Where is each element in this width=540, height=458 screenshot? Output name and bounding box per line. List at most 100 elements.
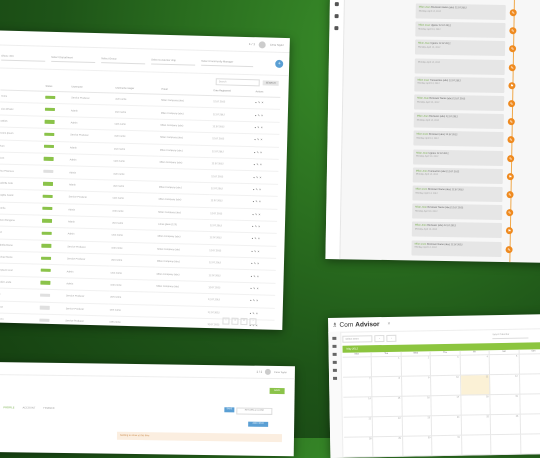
entry-author[interactable]: Milan Joan — [418, 42, 430, 45]
calendar-day[interactable]: 4 — [460, 355, 490, 376]
calendar-day[interactable]: 23 — [403, 416, 433, 437]
delete-icon[interactable]: ✕ — [259, 188, 262, 191]
calendar-day[interactable]: 26 — [491, 415, 521, 436]
delete-icon[interactable]: ✕ — [260, 139, 263, 142]
calendar-day[interactable]: 7 — [343, 377, 373, 398]
search-button[interactable]: SEARCH — [263, 80, 279, 85]
calendar-select[interactable]: Select Calendar — [492, 333, 528, 340]
row-actions[interactable]: ●✎✕ — [250, 258, 276, 271]
add-user-button[interactable]: + — [275, 60, 283, 68]
timeline-entry[interactable]: Milan Joan Transaction (abc) 12.07.2012M… — [414, 76, 504, 93]
tab-account[interactable]: ACCOUNT — [22, 406, 35, 409]
timeline-entry[interactable]: Milan Joan Ugotov 12.07.2012Monday, Apri… — [415, 40, 505, 57]
calendar-day[interactable]: 15 — [373, 397, 403, 418]
calendar-day[interactable] — [521, 434, 540, 455]
filter-department[interactable]: Select Department — [51, 54, 95, 62]
user-name[interactable]: Cena Tayler — [270, 43, 284, 46]
entry-author[interactable]: Milan Joan — [417, 97, 429, 100]
page-button[interactable]: 2 — [240, 318, 247, 325]
calendar-day[interactable]: 2 — [402, 356, 432, 377]
menu-icon[interactable] — [335, 2, 339, 6]
settings-icon[interactable] — [334, 26, 338, 30]
calendar-day[interactable]: 18 — [461, 395, 491, 416]
calendar-day[interactable]: 27 — [520, 414, 540, 435]
row-actions[interactable]: ●✎✕ — [249, 283, 275, 296]
delete-icon[interactable]: ✕ — [259, 201, 262, 204]
row-actions[interactable]: ●✎✕ — [254, 109, 280, 122]
settings-icon[interactable] — [333, 377, 337, 380]
timeline-entry[interactable]: Milan Joan Ugotov 12.07.2012Monday, Apri… — [415, 22, 505, 39]
delete-icon[interactable]: ✕ — [257, 275, 260, 278]
save-button[interactable]: SAVE — [270, 388, 285, 394]
timeline-entry[interactable]: Milan Joan Reviewer (abc) 12.07.2012Mond… — [414, 113, 504, 130]
calendar-day[interactable]: 21 — [344, 417, 374, 438]
calendar-day[interactable]: 8 — [372, 377, 402, 398]
row-actions[interactable]: ●✎✕ — [253, 121, 279, 134]
row-actions[interactable]: ●✎✕ — [253, 146, 279, 159]
chart-icon[interactable] — [333, 369, 337, 372]
search-input[interactable]: Search — [216, 78, 260, 86]
calendar-day[interactable]: 14 — [343, 397, 373, 418]
entry-author[interactable]: Milan Joan — [418, 24, 430, 27]
row-actions[interactable]: ●✎✕ — [252, 159, 278, 172]
dashboard-icon[interactable] — [332, 337, 336, 340]
timeline-entry[interactable]: Milan Joan Reviewer (abc) 12.07.2012Mond… — [412, 222, 502, 239]
calendar-day[interactable]: 13 — [520, 374, 540, 395]
tab-finance[interactable]: FINANCE — [43, 407, 54, 410]
calendar-day[interactable]: 6 — [519, 354, 540, 375]
entry-author[interactable]: Milan Joan — [415, 206, 427, 209]
users-icon[interactable] — [333, 353, 337, 356]
delete-icon[interactable]: ✕ — [258, 213, 261, 216]
entry-author[interactable]: Milan Joan — [417, 115, 429, 118]
row-actions[interactable]: ●✎✕ — [252, 171, 278, 184]
filter-manager[interactable]: Select Community Manager — [201, 58, 253, 66]
calendar-day[interactable]: 16 — [402, 396, 432, 417]
delete-icon[interactable]: ✕ — [258, 225, 261, 228]
calendar-day[interactable]: 29 — [374, 437, 404, 458]
entry-author[interactable]: Milan Joan — [416, 169, 428, 172]
page-button[interactable]: › — [249, 318, 256, 325]
row-actions[interactable]: ●✎✕ — [252, 183, 278, 196]
primary-button[interactable]: SAVE — [224, 407, 234, 412]
next-button[interactable]: › — [386, 334, 396, 341]
calendar-day[interactable]: 19 — [491, 395, 521, 416]
delete-icon[interactable]: ✕ — [260, 151, 263, 154]
calendar-day[interactable]: 3 — [431, 356, 461, 377]
calendar-day[interactable]: 24 — [432, 416, 462, 437]
home-icon[interactable] — [335, 14, 339, 18]
row-actions[interactable]: ●✎✕ — [250, 233, 276, 246]
filter-customer[interactable]: Select Customer ship — [151, 57, 195, 65]
timeline-entry[interactable]: Monday, April 14, 2012 — [415, 58, 505, 75]
event-select[interactable]: Select event — [342, 335, 372, 343]
user-name[interactable]: Cena Tayler — [274, 370, 287, 373]
timeline-entry[interactable]: Milan Joan Reviewer (abc) 12.07.2012Mond… — [413, 131, 503, 148]
delete-icon[interactable]: ✕ — [259, 176, 262, 179]
row-actions[interactable]: ●✎✕ — [254, 97, 280, 110]
calendar-day[interactable]: 20 — [520, 394, 540, 415]
avatar[interactable] — [259, 41, 266, 48]
delete-icon[interactable]: ✕ — [260, 164, 263, 167]
calendar-day[interactable]: 22 — [373, 417, 403, 438]
delete-icon[interactable]: ✕ — [256, 287, 259, 290]
delete-icon[interactable]: ✕ — [261, 102, 264, 105]
row-actions[interactable]: ●✎✕ — [249, 270, 275, 283]
calendar-day[interactable]: 30 — [403, 436, 433, 457]
delete-icon[interactable]: ✕ — [261, 114, 264, 117]
avatar[interactable] — [265, 369, 271, 375]
timeline-entry[interactable]: Milan Joan Ugotov 12.07.2012Monday, Apri… — [413, 149, 503, 166]
entry-author[interactable]: Milan Joan — [417, 78, 429, 81]
calendar-day[interactable]: 17 — [432, 396, 462, 417]
entry-author[interactable]: Milan Joan — [419, 6, 431, 9]
row-actions[interactable]: ●✎✕ — [251, 208, 277, 221]
row-actions[interactable]: ●✎✕ — [250, 245, 276, 258]
filter-group[interactable]: Select Group — [101, 56, 145, 64]
row-actions[interactable]: ●✎✕ — [249, 295, 275, 308]
return-close-button[interactable]: RETURN & CLOSE — [236, 407, 272, 415]
timeline-entry[interactable]: Milan Joan Reviewer Name (abc) 12.07.201… — [416, 3, 506, 20]
timeline-entry[interactable]: Milan Joan Reviewer Name (abc) 12.07.201… — [411, 240, 501, 257]
entry-author[interactable]: Milan Joan — [415, 242, 427, 245]
entry-author[interactable]: Milan Joan — [416, 151, 428, 154]
delete-icon[interactable]: ✕ — [258, 238, 261, 241]
entry-author[interactable]: Milan Joan — [416, 188, 428, 191]
mail-icon[interactable] — [333, 361, 337, 364]
